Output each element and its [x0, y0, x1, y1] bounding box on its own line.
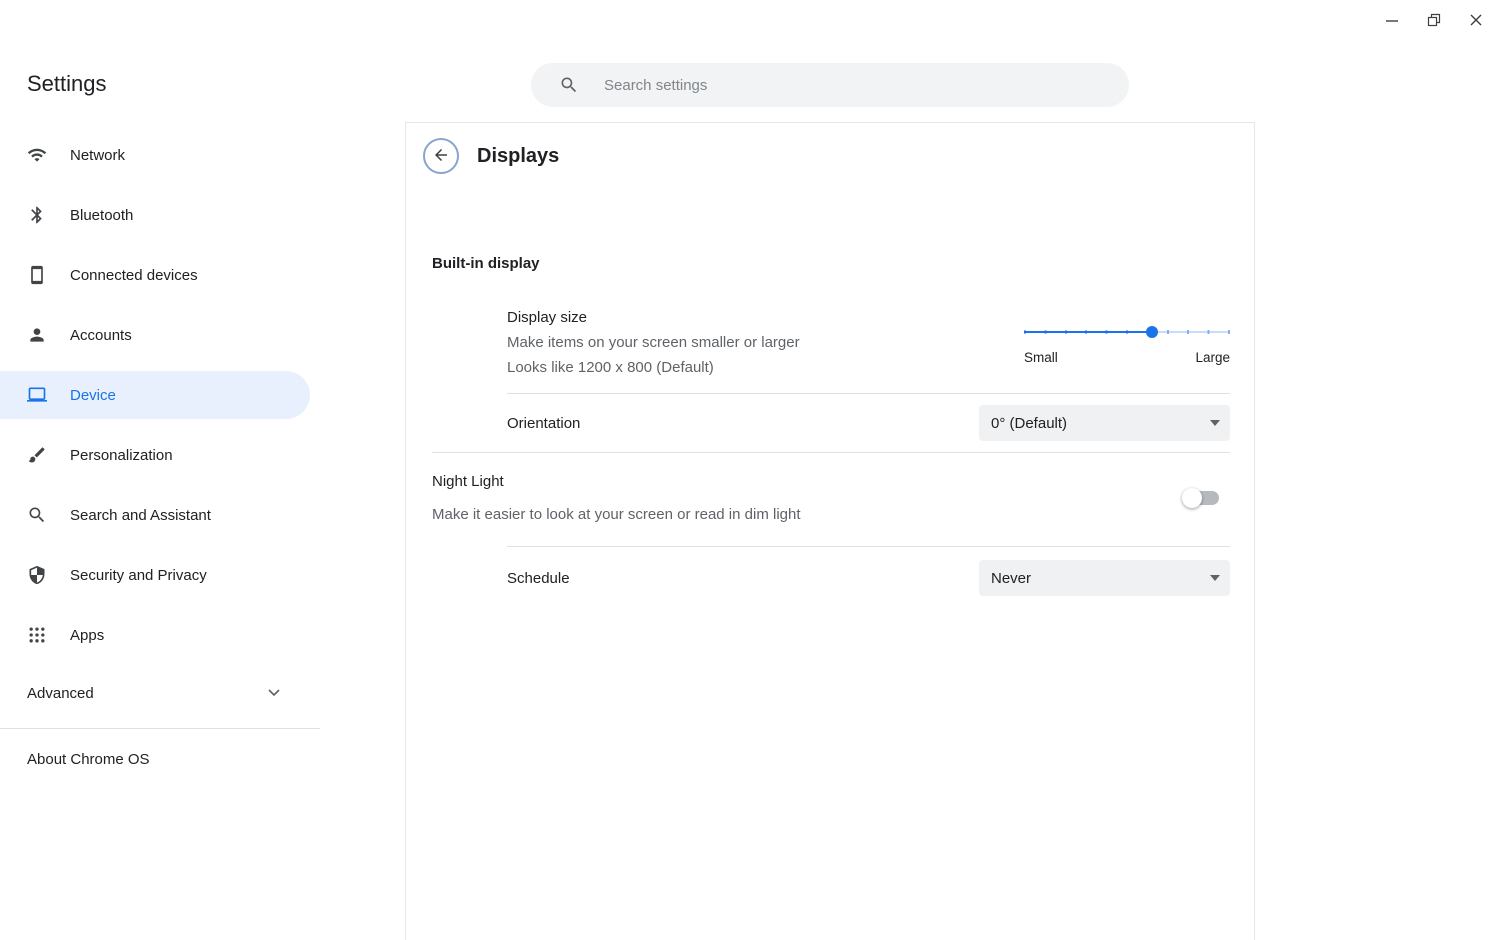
night-light-row: Night Light Make it easier to look at yo…: [406, 453, 1254, 546]
slider-fill: [1024, 331, 1152, 333]
close-icon: [1469, 13, 1483, 30]
sidebar: Network Bluetooth Connected devices Acco…: [0, 122, 405, 940]
sidebar-item-label: Network: [70, 147, 125, 164]
app-title: Settings: [27, 71, 107, 97]
app-header: Settings: [0, 0, 1500, 122]
sidebar-item-bluetooth[interactable]: Bluetooth: [0, 191, 310, 239]
orientation-label: Orientation: [507, 411, 580, 436]
minimize-button[interactable]: [1378, 8, 1406, 34]
night-light-toggle[interactable]: [1185, 491, 1219, 505]
wifi-icon: [27, 145, 47, 165]
sidebar-item-label: Apps: [70, 627, 104, 644]
sidebar-item-label: Personalization: [70, 447, 173, 464]
search-bar[interactable]: [531, 63, 1129, 107]
dropdown-arrow-icon: [1210, 420, 1220, 426]
display-size-label: Display size: [507, 305, 800, 330]
display-size-row: Display size Make items on your screen s…: [507, 305, 1230, 380]
shield-icon: [27, 565, 47, 585]
night-light-label: Night Light: [432, 469, 801, 494]
slider-min-label: Small: [1024, 350, 1058, 365]
sidebar-item-connected-devices[interactable]: Connected devices: [0, 251, 310, 299]
display-size-description: Make items on your screen smaller or lar…: [507, 330, 800, 355]
schedule-select[interactable]: Never: [979, 560, 1230, 596]
restore-icon: [1427, 13, 1441, 30]
sidebar-item-label: Bluetooth: [70, 207, 133, 224]
sidebar-item-accounts[interactable]: Accounts: [0, 311, 310, 359]
sidebar-item-search-assistant[interactable]: Search and Assistant: [0, 491, 310, 539]
sidebar-advanced-toggle[interactable]: Advanced: [0, 671, 310, 715]
sidebar-item-label: Security and Privacy: [70, 567, 207, 584]
sidebar-item-about-chrome-os[interactable]: About Chrome OS: [0, 729, 405, 768]
chevron-down-icon: [268, 689, 280, 697]
search-icon: [27, 505, 47, 525]
close-button[interactable]: [1462, 8, 1490, 34]
person-icon: [27, 325, 47, 345]
minimize-icon: [1385, 13, 1399, 30]
orientation-row: Orientation 0° (Default): [406, 394, 1254, 452]
bluetooth-icon: [27, 205, 47, 225]
sidebar-item-label: Device: [70, 387, 116, 404]
brush-icon: [27, 445, 47, 465]
sidebar-item-apps[interactable]: Apps: [0, 611, 310, 659]
smartphone-icon: [27, 265, 47, 285]
section-title-built-in-display: Built-in display: [432, 255, 1254, 272]
sidebar-item-personalization[interactable]: Personalization: [0, 431, 310, 479]
dropdown-arrow-icon: [1210, 575, 1220, 581]
back-button[interactable]: [423, 138, 459, 174]
orientation-select[interactable]: 0° (Default): [979, 405, 1230, 441]
restore-button[interactable]: [1420, 8, 1448, 34]
page-header: Displays: [406, 123, 1254, 174]
night-light-description: Make it easier to look at your screen or…: [432, 502, 801, 527]
advanced-label: Advanced: [27, 685, 94, 702]
schedule-label: Schedule: [507, 566, 570, 591]
display-size-current-value: Looks like 1200 x 800 (Default): [507, 355, 800, 380]
sidebar-item-label: Accounts: [70, 327, 132, 344]
laptop-icon: [27, 385, 47, 405]
sidebar-item-network[interactable]: Network: [0, 131, 310, 179]
orientation-value: 0° (Default): [991, 415, 1067, 432]
apps-grid-icon: [27, 625, 47, 645]
display-size-slider[interactable]: [1024, 326, 1230, 338]
sidebar-item-security-privacy[interactable]: Security and Privacy: [0, 551, 310, 599]
schedule-row: Schedule Never: [406, 547, 1254, 607]
slider-knob[interactable]: [1146, 326, 1158, 338]
back-arrow-icon: [432, 146, 450, 167]
page-title: Displays: [477, 145, 559, 168]
schedule-value: Never: [991, 570, 1031, 587]
display-size-slider-block: Small Large: [1024, 326, 1230, 365]
toggle-knob[interactable]: [1182, 488, 1202, 508]
sidebar-item-device[interactable]: Device: [0, 371, 310, 419]
sidebar-item-label: Connected devices: [70, 267, 198, 284]
window-controls: [1378, 8, 1490, 34]
sidebar-item-label: Search and Assistant: [70, 507, 211, 524]
slider-max-label: Large: [1195, 350, 1230, 365]
search-icon: [559, 75, 579, 95]
search-input[interactable]: [604, 77, 1129, 94]
displays-page: Displays Built-in display Display size M…: [405, 122, 1255, 940]
